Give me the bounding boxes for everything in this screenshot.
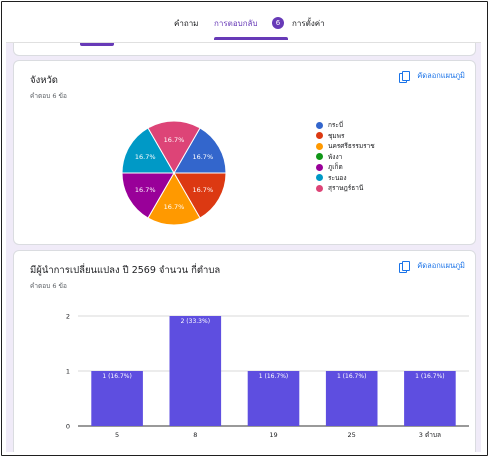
pie-slice-label: 16.7% <box>135 186 156 194</box>
legend-item: กระบี่ <box>316 120 375 131</box>
summary-tab-indicator <box>80 43 114 46</box>
x-tick-label: 3 ตำบล <box>419 431 441 439</box>
y-tick-label: 2 <box>66 313 70 321</box>
y-tick-label: 0 <box>66 423 70 431</box>
legend-item: สุราษฎร์ธานี <box>316 183 375 194</box>
pie-slice-label: 16.7% <box>192 153 213 161</box>
pie-chart: 16.7% 16.7% 16.7% 16.7% 16.7% 16.7% <box>121 120 227 226</box>
legend-swatch <box>316 153 323 161</box>
pie-slice-label: 16.7% <box>192 186 213 194</box>
copy-chart-button[interactable]: คัดลอกแผนภูมิ <box>399 70 465 83</box>
legend-label: พังงา <box>328 152 343 161</box>
question-card-province: จังหวัด คำตอบ 6 ข้อ คัดลอกแผนภูมิ 16.7% 1… <box>13 60 476 245</box>
legend-item: พังงา <box>316 152 375 163</box>
legend-swatch <box>316 184 323 192</box>
responses-count-badge: 6 <box>272 17 284 29</box>
question-title: จังหวัด <box>30 75 58 86</box>
legend-label: นครศรีธรรมราช <box>328 142 375 151</box>
x-tick-label: 8 <box>193 431 197 439</box>
pie-slice-label: 16.7% <box>135 153 156 161</box>
responses-page: คำถาม การตอบกลับ 6 การตั้งค่า จังหวัด คำ… <box>6 6 481 452</box>
tab-settings[interactable]: การตั้งค่า <box>292 17 325 30</box>
legend-swatch <box>316 174 323 182</box>
copy-icon <box>399 70 411 83</box>
legend-swatch <box>316 142 323 150</box>
question-title: มีผู้นำการเปลี่ยนแปลง ปี 2569 จำนวน กี่ต… <box>30 265 221 276</box>
response-count: คำตอบ 6 ข้อ <box>30 282 67 290</box>
summary-card-bottom <box>13 43 476 56</box>
legend-label: ระนอง <box>328 173 347 182</box>
pie-slice-label: 16.7% <box>164 136 185 144</box>
form-tabs-bar: คำถาม การตอบกลับ 6 การตั้งค่า <box>6 6 481 43</box>
legend-swatch <box>316 163 323 171</box>
bar-chart: 0 1 2 1 (16.7%) 5 2 (33.3%) 8 1 (16.7%) 19 1 (16.… <box>66 313 469 439</box>
pie-slice-label: 16.7% <box>164 203 185 211</box>
bar-data-label: 1 (16.7%) <box>337 373 366 380</box>
copy-chart-button[interactable]: คัดลอกแผนภูมิ <box>399 260 465 273</box>
active-tab-indicator <box>214 37 288 40</box>
legend-label: กระบี่ <box>328 121 344 130</box>
legend-swatch <box>316 132 323 140</box>
bar-data-label: 1 (16.7%) <box>102 373 131 380</box>
question-card-leaders: มีผู้นำการเปลี่ยนแปลง ปี 2569 จำนวน กี่ต… <box>13 250 476 452</box>
y-tick-label: 1 <box>66 368 70 376</box>
legend-item: นครศรีธรรมราช <box>316 141 375 152</box>
x-tick-label: 5 <box>115 431 119 439</box>
legend-item: ภูเก็ต <box>316 162 375 173</box>
tab-responses[interactable]: การตอบกลับ <box>214 17 258 30</box>
legend-swatch <box>316 121 323 129</box>
legend-item: ระนอง <box>316 173 375 184</box>
bar[interactable] <box>169 316 222 426</box>
bar-data-label: 1 (16.7%) <box>259 373 288 380</box>
copy-icon <box>399 260 411 273</box>
copy-chart-label: คัดลอกแผนภูมิ <box>417 261 465 270</box>
bar-data-label: 2 (33.3%) <box>181 318 210 325</box>
copy-chart-label: คัดลอกแผนภูมิ <box>417 71 465 80</box>
response-count: คำตอบ 6 ข้อ <box>30 92 67 100</box>
x-tick-label: 19 <box>269 431 277 439</box>
legend-item: ชุมพร <box>316 131 375 142</box>
x-tick-label: 25 <box>348 431 356 439</box>
window-frame: คำถาม การตอบกลับ 6 การตั้งค่า จังหวัด คำ… <box>1 1 488 456</box>
pie-legend: กระบี่ ชุมพรนครศรีธรรมราช พังงาภูเก็ต ระนอง… <box>316 120 375 194</box>
legend-label: สุราษฎร์ธานี <box>328 184 364 193</box>
legend-label: ภูเก็ต <box>328 163 343 172</box>
bar-data-label: 1 (16.7%) <box>415 373 444 380</box>
tab-questions[interactable]: คำถาม <box>174 17 198 30</box>
legend-label: ชุมพร <box>328 131 345 140</box>
